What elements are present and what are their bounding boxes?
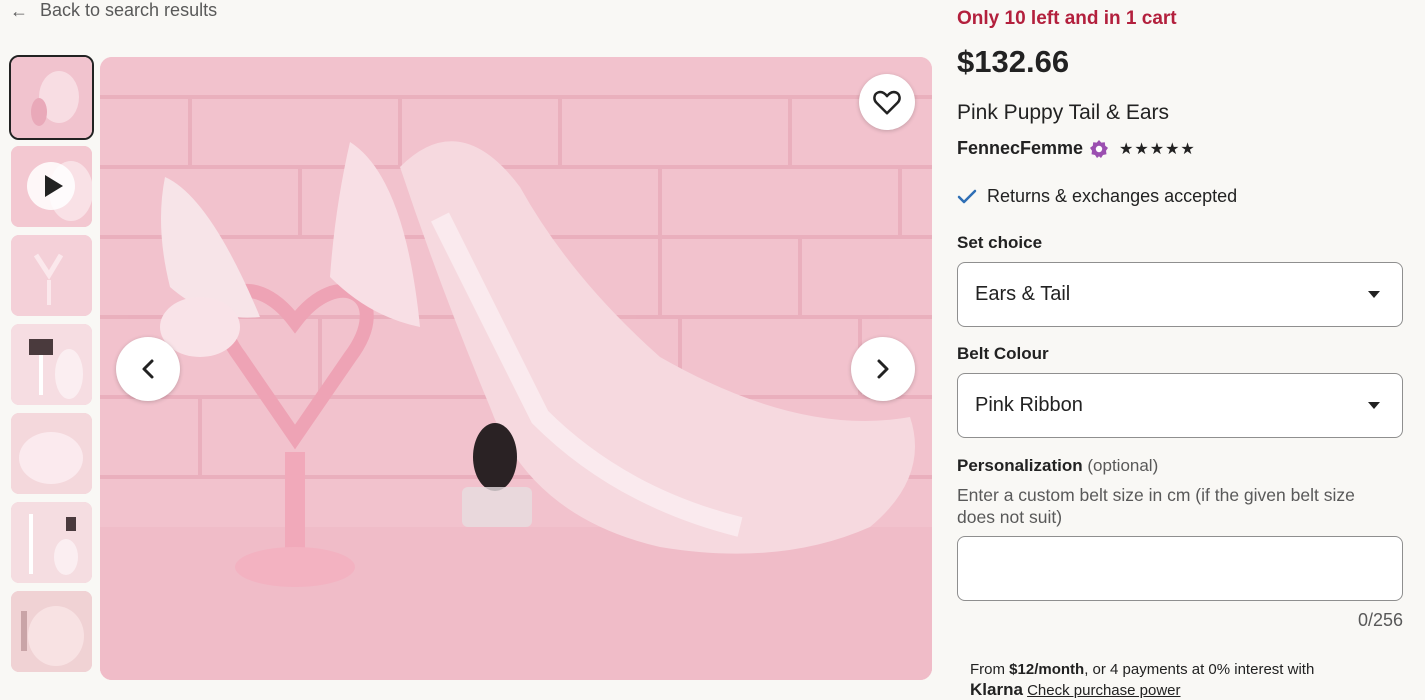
back-link-label: Back to search results bbox=[40, 0, 218, 20]
set-choice-value: Ears & Tail bbox=[975, 283, 1071, 305]
thumbnail-image bbox=[11, 57, 92, 138]
personalization-hint: Enter a custom belt size in cm (if the g… bbox=[957, 485, 1355, 527]
back-to-search-link[interactable]: ← Back to search results bbox=[10, 0, 217, 21]
heart-icon bbox=[873, 90, 901, 115]
thumbnail-strip bbox=[9, 55, 94, 672]
belt-colour-value: Pink Ribbon bbox=[975, 394, 1083, 416]
financing-suffix: , or 4 payments at 0% interest with bbox=[1084, 661, 1315, 678]
main-product-image[interactable] bbox=[100, 57, 932, 680]
klarna-logo: Klarna bbox=[970, 680, 1023, 699]
set-choice-label: Set choice bbox=[957, 233, 1043, 252]
shop-row: FennecFemme ★★★★★ bbox=[957, 138, 1196, 159]
thumbnail-image bbox=[11, 235, 92, 316]
thumbnail-7[interactable] bbox=[11, 591, 92, 672]
returns-text: Returns & exchanges accepted bbox=[987, 186, 1238, 206]
chevron-right-icon bbox=[877, 359, 889, 379]
caret-down-icon bbox=[1368, 291, 1380, 298]
personalization-title: Personalization bbox=[957, 456, 1083, 475]
favorite-button[interactable] bbox=[859, 74, 915, 130]
character-counter: 0/256 bbox=[1357, 610, 1403, 630]
previous-image-button[interactable] bbox=[116, 337, 180, 401]
caret-down-icon bbox=[1368, 402, 1380, 409]
personalization-input[interactable] bbox=[957, 536, 1403, 601]
financing-info: From $12/month, or 4 payments at 0% inte… bbox=[970, 660, 1314, 700]
thumbnail-image bbox=[11, 502, 92, 583]
thumbnail-5[interactable] bbox=[11, 413, 92, 494]
shop-name-link[interactable]: FennecFemme bbox=[957, 138, 1083, 159]
thumbnail-video[interactable] bbox=[11, 146, 92, 227]
personalization-label: Personalization (optional) bbox=[957, 456, 1158, 476]
thumbnail-1[interactable] bbox=[9, 55, 94, 140]
optional-note: (optional) bbox=[1087, 456, 1159, 475]
check-purchase-power-link[interactable]: Check purchase power bbox=[1027, 682, 1180, 699]
thumbnail-image bbox=[11, 413, 92, 494]
rating-stars: ★★★★★ bbox=[1119, 140, 1196, 158]
price: $132.66 bbox=[957, 44, 1070, 79]
financing-prefix: From bbox=[970, 661, 1010, 678]
thumbnail-image bbox=[11, 324, 92, 405]
thumbnail-image bbox=[11, 591, 92, 672]
belt-colour-label: Belt Colour bbox=[957, 344, 1049, 363]
thumbnail-3[interactable] bbox=[11, 235, 92, 316]
chevron-left-icon bbox=[142, 359, 154, 379]
product-photo bbox=[100, 57, 932, 680]
listing-title: Pink Puppy Tail & Ears bbox=[957, 101, 1170, 124]
returns-policy: Returns & exchanges accepted bbox=[957, 186, 1237, 207]
play-icon bbox=[27, 162, 75, 210]
thumbnail-4[interactable] bbox=[11, 324, 92, 405]
belt-colour-select[interactable]: Pink Ribbon bbox=[957, 373, 1403, 438]
arrow-left-icon: ← bbox=[10, 0, 28, 21]
thumbnail-6[interactable] bbox=[11, 502, 92, 583]
checkmark-icon bbox=[957, 189, 977, 203]
star-seller-badge-icon bbox=[1089, 139, 1109, 159]
financing-monthly: $12/month bbox=[1009, 661, 1085, 678]
set-choice-select[interactable]: Ears & Tail bbox=[957, 262, 1403, 327]
stock-alert: Only 10 left and in 1 cart bbox=[957, 8, 1177, 29]
next-image-button[interactable] bbox=[851, 337, 915, 401]
